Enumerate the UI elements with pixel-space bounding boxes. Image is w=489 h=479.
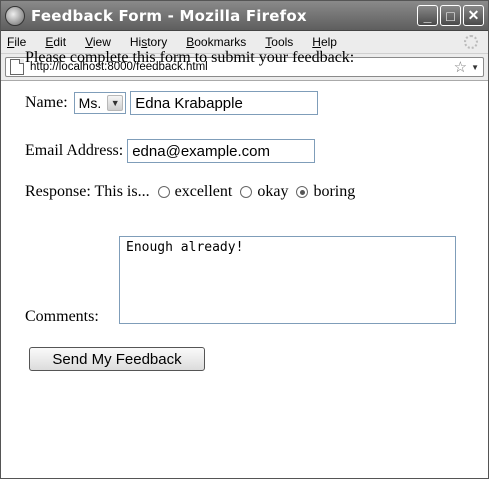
- name-input[interactable]: Edna Krabapple: [130, 91, 319, 115]
- minimize-button[interactable]: _: [417, 5, 438, 26]
- radio-label-okay: okay: [257, 183, 289, 200]
- radio-selected-dot: [299, 189, 305, 195]
- chevron-down-icon[interactable]: ▼: [107, 95, 124, 111]
- email-row: Email Address: edna@example.com: [25, 139, 316, 163]
- email-label: Email Address:: [25, 142, 124, 159]
- menu-bookmarks[interactable]: Bookmarks: [186, 35, 246, 49]
- email-input[interactable]: edna@example.com: [127, 139, 316, 163]
- menu-file[interactable]: File: [7, 35, 26, 49]
- radio-label-excellent: excellent: [174, 183, 233, 200]
- comments-textarea[interactable]: Enough already!: [119, 236, 456, 324]
- radio-okay[interactable]: [240, 186, 253, 198]
- menu-view[interactable]: View: [85, 35, 111, 49]
- menu-edit[interactable]: Edit: [45, 35, 66, 49]
- comments-row: Comments: Enough already!: [25, 236, 465, 325]
- page-icon: [10, 59, 24, 75]
- bookmark-star-icon[interactable]: ☆: [454, 58, 467, 76]
- window-title: Feedback Form - Mozilla Firefox: [31, 6, 307, 25]
- response-label: Response: This is...: [25, 183, 150, 200]
- response-row: Response: This is... excellent okay bori…: [25, 183, 355, 201]
- browser-window: Feedback Form - Mozilla Firefox _ □ ✕ Fi…: [0, 0, 489, 479]
- throbber-icon: [464, 35, 478, 49]
- comments-label: Comments:: [25, 308, 99, 325]
- menu-help[interactable]: Help: [312, 35, 337, 49]
- title-select-value: Ms.: [78, 95, 102, 111]
- url-dropdown-icon[interactable]: ▼: [471, 63, 479, 72]
- radio-boring[interactable]: [296, 186, 309, 198]
- menu-tools[interactable]: Tools: [265, 35, 293, 49]
- window-controls: _ □ ✕: [417, 5, 484, 26]
- radio-excellent[interactable]: [157, 186, 170, 198]
- title-bar[interactable]: Feedback Form - Mozilla Firefox _ □ ✕: [1, 1, 488, 31]
- submit-button[interactable]: Send My Feedback: [29, 347, 205, 371]
- title-select[interactable]: Ms. ▼: [73, 92, 127, 114]
- maximize-button[interactable]: □: [440, 5, 461, 26]
- firefox-icon: [5, 5, 25, 26]
- name-label: Name:: [25, 94, 68, 111]
- name-row: Name: Ms. ▼ Edna Krabapple: [25, 91, 319, 115]
- radio-label-boring: boring: [313, 183, 356, 200]
- intro-text: Please complete this form to submit your…: [25, 49, 355, 66]
- close-button[interactable]: ✕: [463, 5, 484, 26]
- menu-history[interactable]: History: [130, 35, 167, 49]
